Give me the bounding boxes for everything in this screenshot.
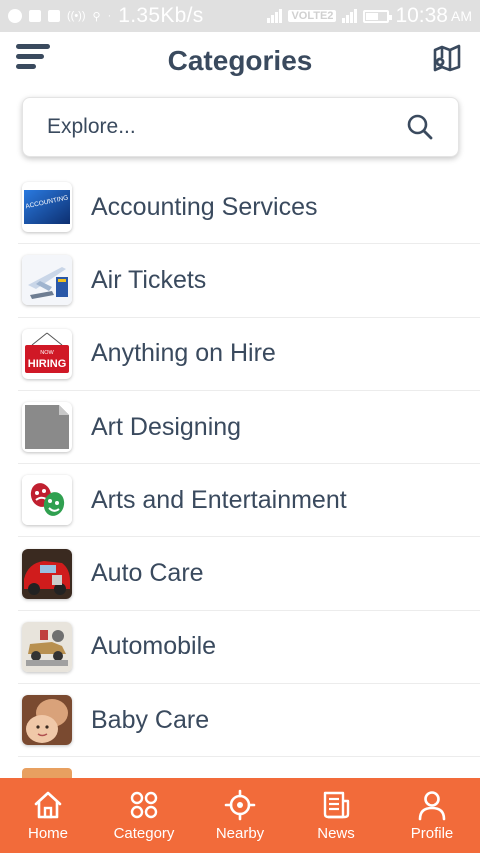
accounting-thumbnail: ACCOUNTING SERVICES bbox=[22, 182, 72, 233]
category-label: Automobile bbox=[91, 632, 217, 661]
profile-icon bbox=[418, 791, 446, 821]
clock-ampm: AM bbox=[451, 8, 472, 24]
nav-profile[interactable]: Profile bbox=[384, 778, 480, 853]
search-bar[interactable]: Explore... bbox=[22, 97, 459, 157]
search-icon[interactable] bbox=[406, 113, 434, 141]
news-icon bbox=[323, 791, 350, 819]
category-item-anything-on-hire[interactable]: NOW HIRING Anything on Hire bbox=[18, 318, 480, 391]
volte-badge: VOLTE2 bbox=[288, 10, 337, 22]
nav-home-label: Home bbox=[27, 825, 68, 842]
category-item-auto-care[interactable]: Auto Care bbox=[18, 537, 480, 611]
menu-icon[interactable] bbox=[16, 44, 50, 72]
page-title: Categories bbox=[167, 45, 313, 76]
hiring-thumb-text: HIRING bbox=[28, 358, 67, 370]
category-item-accounting-services[interactable]: ACCOUNTING SERVICES Accounting Services bbox=[18, 171, 480, 245]
home-icon bbox=[34, 791, 62, 819]
nearby-icon bbox=[224, 789, 256, 821]
now-hiring-thumbnail: NOW HIRING bbox=[22, 328, 72, 379]
nav-nearby-label: Nearby bbox=[215, 825, 265, 842]
nav-category[interactable]: Category bbox=[96, 778, 192, 853]
category-icon bbox=[130, 791, 158, 819]
category-label: Arts and Entertainment bbox=[91, 485, 347, 514]
hotspot-icon: ((•)) bbox=[67, 10, 86, 22]
notification-icon bbox=[29, 10, 41, 22]
auto-care-thumbnail bbox=[22, 548, 72, 599]
category-label: Accounting Services bbox=[91, 192, 318, 221]
theatre-masks-thumbnail bbox=[22, 475, 72, 526]
baby-care-thumbnail bbox=[22, 695, 72, 746]
air-tickets-thumbnail bbox=[22, 255, 72, 306]
category-item-air-tickets[interactable]: Air Tickets bbox=[18, 244, 480, 318]
qr-icon bbox=[48, 10, 60, 22]
nav-news[interactable]: News bbox=[288, 778, 384, 853]
nav-news-label: News bbox=[317, 825, 355, 842]
nav-home[interactable]: Home bbox=[0, 778, 96, 853]
category-item-automobile[interactable]: Automobile bbox=[18, 611, 480, 685]
map-icon[interactable] bbox=[432, 41, 462, 73]
network-speed: 1.35Kb/s bbox=[118, 4, 204, 27]
category-item-baby-care[interactable]: Baby Care bbox=[18, 684, 480, 758]
nav-nearby[interactable]: Nearby bbox=[192, 778, 288, 853]
signal-icon-2 bbox=[342, 9, 358, 23]
signal-icon bbox=[267, 9, 283, 23]
category-label: Baby Care bbox=[91, 705, 210, 734]
nav-category-label: Category bbox=[113, 825, 175, 842]
partial-list-thumbnail bbox=[22, 768, 72, 778]
category-label: Art Designing bbox=[91, 412, 242, 441]
search-input[interactable]: Explore... bbox=[47, 115, 406, 139]
clock: 10:38 bbox=[395, 4, 448, 27]
battery-icon bbox=[363, 9, 393, 23]
category-item-art-designing[interactable]: Art Designing bbox=[18, 391, 480, 465]
category-list: ACCOUNTING SERVICES Accounting Services … bbox=[18, 171, 480, 758]
category-label: Air Tickets bbox=[91, 265, 207, 294]
usb-icon: ⚲ bbox=[92, 10, 101, 23]
file-placeholder-thumbnail bbox=[22, 402, 72, 453]
category-label: Anything on Hire bbox=[91, 339, 276, 368]
messenger-icon bbox=[8, 9, 22, 23]
automobile-thumbnail bbox=[22, 621, 72, 672]
category-label: Auto Care bbox=[91, 559, 204, 588]
app-header: Categories bbox=[0, 32, 480, 90]
hiring-thumb-small-text: NOW bbox=[40, 350, 54, 356]
category-item-arts-and-entertainment[interactable]: Arts and Entertainment bbox=[18, 464, 480, 538]
bottom-nav: Home Category Nearby News Profile bbox=[0, 778, 480, 853]
nav-profile-label: Profile bbox=[410, 825, 454, 842]
status-bar: ((•)) ⚲ · 1.35Kb/s VOLTE2 10:38 AM bbox=[0, 0, 480, 32]
